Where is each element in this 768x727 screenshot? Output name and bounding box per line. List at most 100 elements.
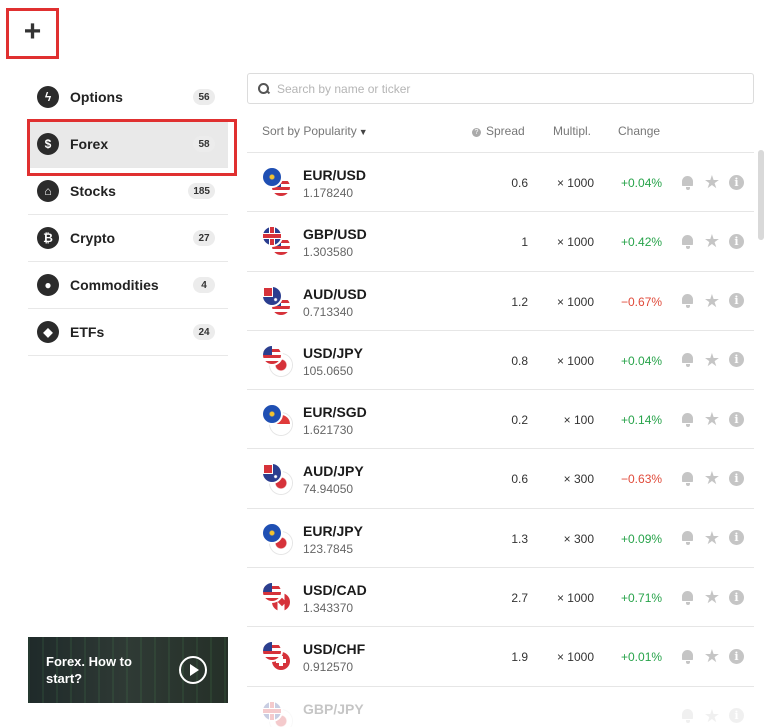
sort-dropdown[interactable]: Sort by Popularity ▼ <box>262 124 368 138</box>
asset-row[interactable]: USD/CHF 0.912570 1.9 × 1000 +0.01% ★ i <box>247 627 754 687</box>
asset-row[interactable]: GBP/USD 1.303580 1 × 1000 +0.42% ★ i <box>247 212 754 272</box>
pair-price: 74.94050 <box>303 482 354 497</box>
currency-pair-flags <box>261 403 293 437</box>
change-value: +0.04% <box>621 176 663 190</box>
info-icon[interactable]: i <box>729 708 744 724</box>
spread-value: 1.9 <box>511 650 528 665</box>
multiplier-value: × 1000 <box>556 294 594 309</box>
currency-pair-flags <box>261 343 293 378</box>
change-value: +0.01% <box>621 650 663 665</box>
multiplier-value: × 1000 <box>556 353 594 368</box>
info-icon[interactable]: i <box>729 174 744 190</box>
row-actions: ★ i <box>680 529 744 547</box>
star-icon[interactable]: ★ <box>704 232 720 250</box>
info-icon[interactable]: i <box>729 530 744 546</box>
pair-name: AUD/USD <box>303 285 367 302</box>
info-icon[interactable]: i <box>729 648 744 664</box>
flag-us-icon <box>261 581 283 604</box>
count-badge: 27 <box>193 230 215 246</box>
play-icon[interactable] <box>179 656 207 684</box>
bell-icon[interactable] <box>680 234 695 249</box>
star-icon[interactable]: ★ <box>704 529 720 547</box>
forex-how-to-start-banner[interactable]: Forex. How to start? <box>28 637 228 703</box>
info-icon[interactable]: i <box>729 411 744 427</box>
asset-row[interactable]: EUR/USD 1.178240 0.6 × 1000 +0.04% ★ i <box>247 153 754 213</box>
star-icon[interactable]: ★ <box>704 351 720 369</box>
bell-icon[interactable] <box>680 412 695 427</box>
asset-row[interactable]: EUR/JPY 123.7845 1.3 × 300 +0.09% ★ i <box>247 509 754 569</box>
pair-price: 1.303580 <box>303 245 354 260</box>
sidebar-item-crypto[interactable]: ₿ Crypto 27 <box>28 215 228 262</box>
currency-pair-flags <box>261 699 293 727</box>
cube-icon: ◆ <box>37 321 59 343</box>
plus-icon: + <box>23 15 42 48</box>
row-actions: ★ i <box>680 588 744 606</box>
category-sidebar: ϟ Options 56 $ Forex 58 ⌂ Stocks 185 ₿ Crypto 27 ● Co… <box>27 74 237 356</box>
drop-icon: ● <box>37 274 59 296</box>
info-icon[interactable]: i <box>729 470 744 486</box>
asset-row[interactable]: AUD/USD 0.713340 1.2 × 1000 −0.67% ★ i <box>247 272 754 331</box>
column-multiplier: Multipl. <box>553 123 592 138</box>
bell-icon[interactable] <box>680 175 695 190</box>
star-icon[interactable]: ★ <box>704 647 720 665</box>
asset-rows: EUR/USD 1.178240 0.6 × 1000 +0.04% ★ i GBP/USD 1… <box>247 153 754 727</box>
bell-icon[interactable] <box>680 352 695 368</box>
spread-value: 1.2 <box>511 294 528 309</box>
column-spread-label: Spread <box>486 123 525 138</box>
info-icon[interactable]: i <box>729 589 744 605</box>
sidebar-item-stocks[interactable]: ⌂ Stocks 185 <box>28 168 228 215</box>
star-icon[interactable]: ★ <box>704 173 720 191</box>
lightning-icon: ϟ <box>37 86 59 108</box>
bell-icon[interactable] <box>680 590 695 605</box>
scrollbar-thumb[interactable] <box>758 150 764 240</box>
asset-row[interactable]: USD/CAD 1.343370 2.7 × 1000 +0.71% ★ i <box>247 568 754 628</box>
sidebar-item-forex[interactable]: $ Forex 58 <box>27 119 237 176</box>
search-box[interactable] <box>247 73 754 104</box>
asset-row[interactable]: AUD/JPY 74.94050 0.6 × 300 −0.63% ★ i <box>247 449 754 509</box>
caret-down-icon: ▼ <box>358 126 368 137</box>
sidebar-item-label: Crypto <box>70 230 116 246</box>
asset-row[interactable]: GBP/JPY ★ i <box>247 687 754 727</box>
spread-value: 1 <box>521 235 528 250</box>
star-icon[interactable]: ★ <box>704 588 720 606</box>
table-header: Sort by Popularity ▼ ? Spread Multipl. Cha… <box>247 109 754 153</box>
bell-icon[interactable] <box>680 649 695 664</box>
row-actions: ★ i <box>680 292 744 310</box>
add-asset-button[interactable]: + <box>6 8 59 59</box>
pair-price: 1.343370 <box>303 601 354 616</box>
scrollbar[interactable] <box>758 150 764 240</box>
star-icon[interactable]: ★ <box>704 707 720 725</box>
star-icon[interactable]: ★ <box>704 410 720 428</box>
sidebar-item-options[interactable]: ϟ Options 56 <box>28 74 228 121</box>
pair-name: EUR/USD <box>303 167 367 183</box>
info-icon[interactable]: i <box>729 293 744 309</box>
asset-row[interactable]: USD/JPY 105.0650 0.8 × 1000 +0.04% ★ i <box>247 331 754 391</box>
info-icon[interactable]: i <box>729 352 744 368</box>
star-icon[interactable]: ★ <box>704 292 720 310</box>
flag-eu-icon <box>261 166 283 188</box>
pair-price: 0.713340 <box>303 304 354 319</box>
info-icon[interactable]: i <box>729 233 744 249</box>
search-input[interactable] <box>277 81 717 96</box>
bell-icon[interactable] <box>680 708 695 724</box>
bell-icon[interactable] <box>680 293 695 309</box>
pair-name: AUD/JPY <box>303 463 364 480</box>
bell-icon[interactable] <box>680 530 695 546</box>
bell-icon[interactable] <box>680 471 695 486</box>
row-actions: ★ i <box>680 410 744 428</box>
dollar-icon: $ <box>37 133 59 155</box>
pair-price: 105.0650 <box>303 363 354 378</box>
sidebar-item-etfs[interactable]: ◆ ETFs 24 <box>28 309 228 356</box>
pair-name: EUR/JPY <box>303 522 363 539</box>
change-value: −0.67% <box>621 294 663 309</box>
count-badge: 4 <box>193 277 215 293</box>
asset-row[interactable]: EUR/SGD 1.621730 0.2 × 100 +0.14% ★ i <box>247 390 754 450</box>
star-icon[interactable]: ★ <box>704 469 720 487</box>
sidebar-item-label: ETFs <box>70 324 105 340</box>
row-actions: ★ i <box>680 351 744 369</box>
pair-price: 1.178240 <box>303 186 354 200</box>
sidebar-item-commodities[interactable]: ● Commodities 4 <box>28 262 228 309</box>
help-icon[interactable]: ? <box>472 127 481 137</box>
column-spread[interactable]: ? Spread <box>472 124 525 138</box>
count-badge: 24 <box>193 324 215 340</box>
